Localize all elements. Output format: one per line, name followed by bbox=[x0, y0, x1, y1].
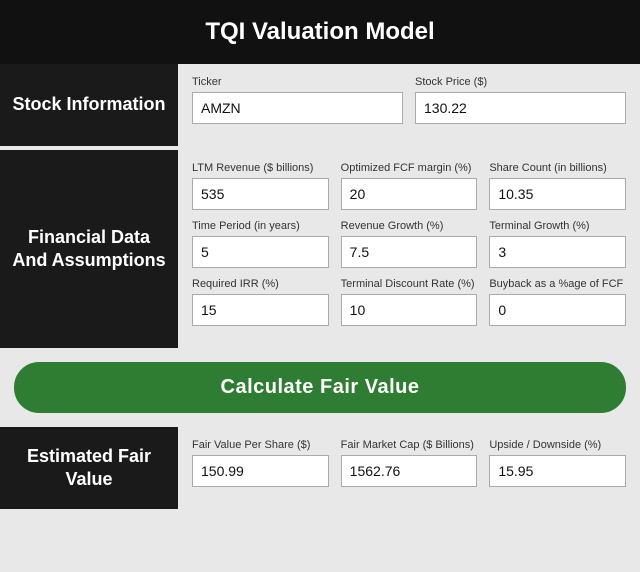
calculate-btn-row: Calculate Fair Value bbox=[0, 352, 640, 423]
fair-market-cap-input[interactable] bbox=[341, 455, 478, 487]
revenue-growth-group: Revenue Growth (%) bbox=[341, 220, 478, 268]
financial-row-3: Required IRR (%) Terminal Discount Rate … bbox=[192, 278, 626, 326]
stock-section: Stock Information Ticker Stock Price ($) bbox=[0, 64, 640, 146]
fcf-margin-input[interactable] bbox=[341, 178, 478, 210]
required-irr-input[interactable] bbox=[192, 294, 329, 326]
ticker-label: Ticker bbox=[192, 76, 403, 88]
efv-section-label: Estimated Fair Value bbox=[0, 427, 178, 509]
page-title: TQI Valuation Model bbox=[0, 0, 640, 64]
fair-value-per-share-input[interactable] bbox=[192, 455, 329, 487]
terminal-growth-group: Terminal Growth (%) bbox=[489, 220, 626, 268]
terminal-growth-input[interactable] bbox=[489, 236, 626, 268]
stock-input-row: Ticker Stock Price ($) bbox=[192, 76, 626, 124]
ltm-revenue-label: LTM Revenue ($ billions) bbox=[192, 162, 329, 174]
financial-row-1: LTM Revenue ($ billions) Optimized FCF m… bbox=[192, 162, 626, 210]
ticker-input[interactable] bbox=[192, 92, 403, 124]
stock-price-label: Stock Price ($) bbox=[415, 76, 626, 88]
time-period-label: Time Period (in years) bbox=[192, 220, 329, 232]
fcf-margin-group: Optimized FCF margin (%) bbox=[341, 162, 478, 210]
fair-market-cap-label: Fair Market Cap ($ Billions) bbox=[341, 439, 478, 451]
ticker-group: Ticker bbox=[192, 76, 403, 124]
share-count-label: Share Count (in billions) bbox=[489, 162, 626, 174]
required-irr-label: Required IRR (%) bbox=[192, 278, 329, 290]
financial-section-content: LTM Revenue ($ billions) Optimized FCF m… bbox=[178, 150, 640, 348]
stock-section-content: Ticker Stock Price ($) bbox=[178, 64, 640, 146]
financial-row-2: Time Period (in years) Revenue Growth (%… bbox=[192, 220, 626, 268]
share-count-group: Share Count (in billions) bbox=[489, 162, 626, 210]
terminal-discount-input[interactable] bbox=[341, 294, 478, 326]
fair-value-per-share-group: Fair Value Per Share ($) bbox=[192, 439, 329, 487]
time-period-input[interactable] bbox=[192, 236, 329, 268]
stock-price-input[interactable] bbox=[415, 92, 626, 124]
upside-downside-label: Upside / Downside (%) bbox=[489, 439, 626, 451]
terminal-growth-label: Terminal Growth (%) bbox=[489, 220, 626, 232]
stock-price-group: Stock Price ($) bbox=[415, 76, 626, 124]
fair-value-per-share-label: Fair Value Per Share ($) bbox=[192, 439, 329, 451]
calculate-btn[interactable]: Calculate Fair Value bbox=[14, 362, 626, 413]
revenue-growth-input[interactable] bbox=[341, 236, 478, 268]
fcf-margin-label: Optimized FCF margin (%) bbox=[341, 162, 478, 174]
efv-section: Estimated Fair Value Fair Value Per Shar… bbox=[0, 427, 640, 509]
financial-section: Financial Data And Assumptions LTM Reven… bbox=[0, 150, 640, 348]
upside-downside-group: Upside / Downside (%) bbox=[489, 439, 626, 487]
buyback-group: Buyback as a %age of FCF bbox=[489, 278, 626, 326]
fair-market-cap-group: Fair Market Cap ($ Billions) bbox=[341, 439, 478, 487]
terminal-discount-label: Terminal Discount Rate (%) bbox=[341, 278, 478, 290]
buyback-input[interactable] bbox=[489, 294, 626, 326]
efv-section-content: Fair Value Per Share ($) Fair Market Cap… bbox=[178, 427, 640, 509]
share-count-input[interactable] bbox=[489, 178, 626, 210]
ltm-revenue-group: LTM Revenue ($ billions) bbox=[192, 162, 329, 210]
upside-downside-input[interactable] bbox=[489, 455, 626, 487]
ltm-revenue-input[interactable] bbox=[192, 178, 329, 210]
buyback-label: Buyback as a %age of FCF bbox=[489, 278, 626, 290]
terminal-discount-group: Terminal Discount Rate (%) bbox=[341, 278, 478, 326]
required-irr-group: Required IRR (%) bbox=[192, 278, 329, 326]
stock-section-label: Stock Information bbox=[0, 64, 178, 146]
time-period-group: Time Period (in years) bbox=[192, 220, 329, 268]
financial-section-label: Financial Data And Assumptions bbox=[0, 150, 178, 348]
efv-row-1: Fair Value Per Share ($) Fair Market Cap… bbox=[192, 439, 626, 487]
revenue-growth-label: Revenue Growth (%) bbox=[341, 220, 478, 232]
